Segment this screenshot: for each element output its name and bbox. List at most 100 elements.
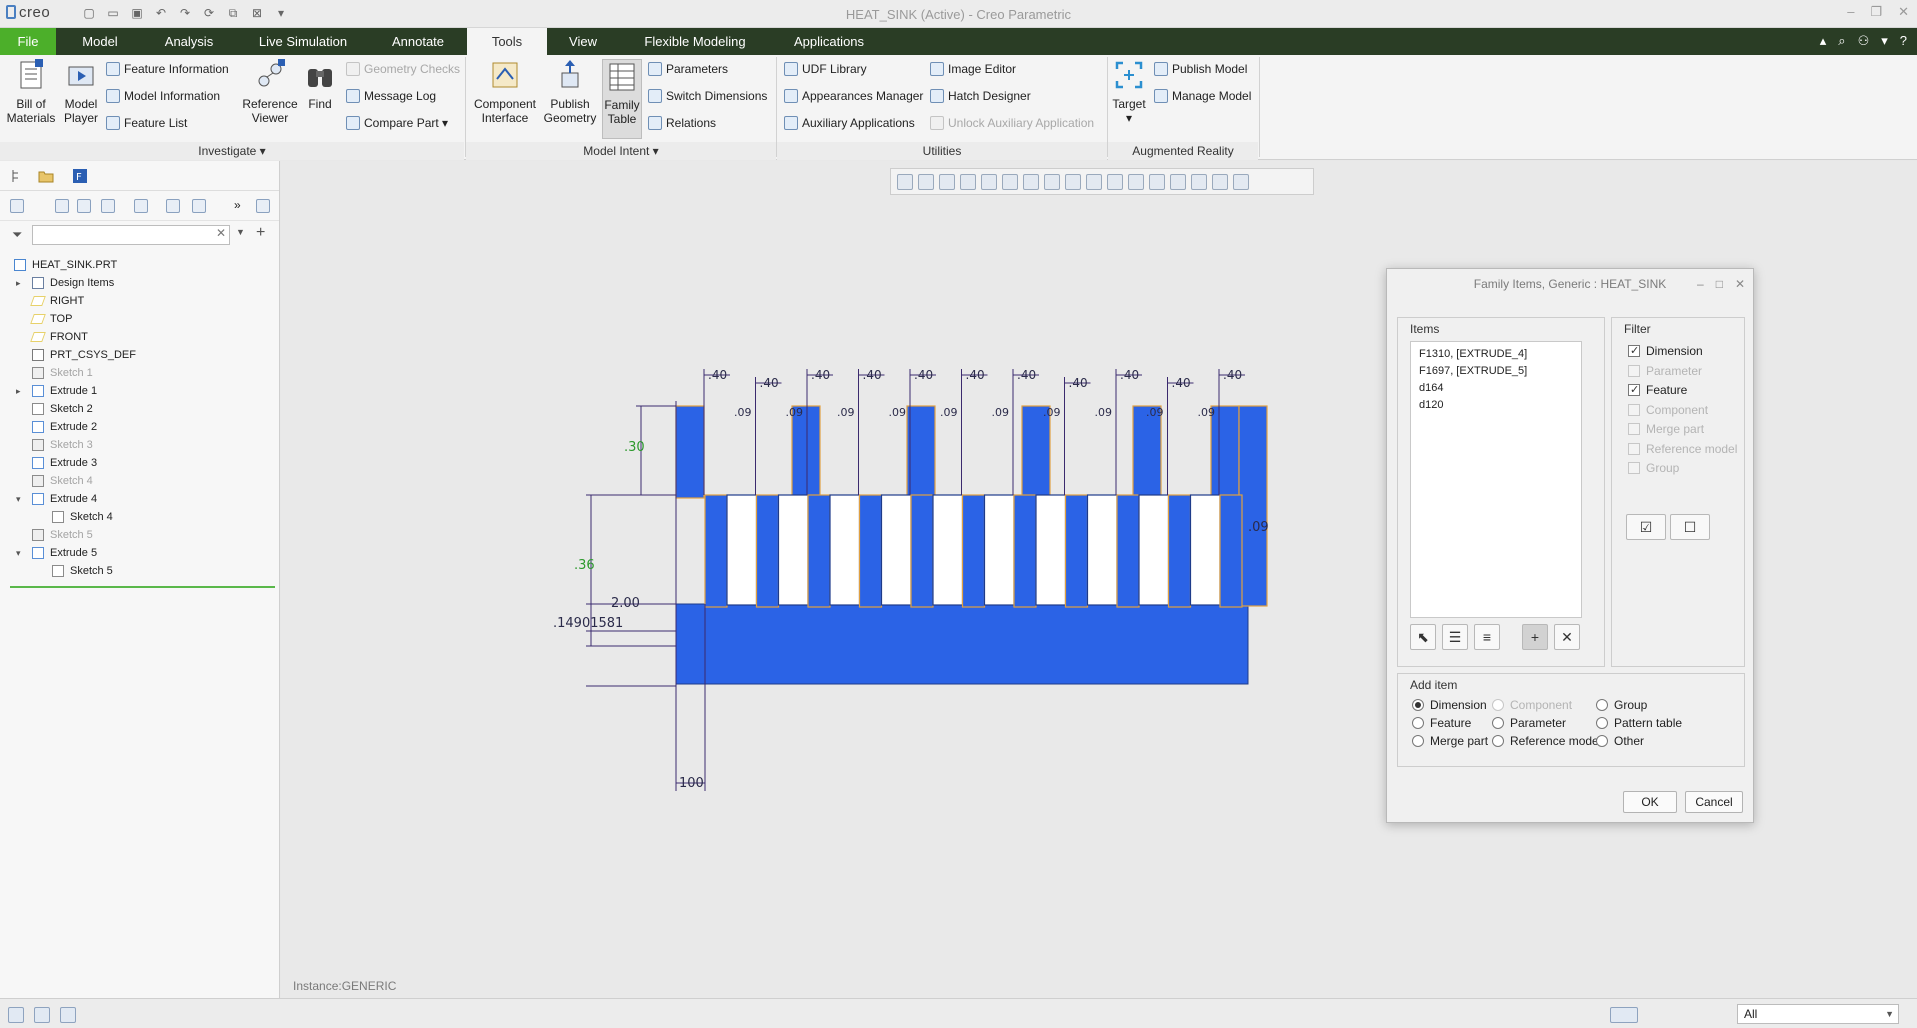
lower-fin[interactable] <box>1167 494 1192 608</box>
tree-search-input[interactable] <box>32 225 230 245</box>
compare-part-button[interactable]: Compare Part ▾ <box>346 113 448 133</box>
tree-page-icon[interactable] <box>256 199 270 213</box>
total-height-dim[interactable]: .36 <box>574 558 595 573</box>
fin-width-dim[interactable]: .40 <box>914 368 933 382</box>
base-value-dim[interactable]: .14901581 <box>553 616 623 631</box>
feature-list-button[interactable]: Feature List <box>106 113 187 133</box>
filter-dimension-checkbox[interactable]: Dimension <box>1628 342 1703 360</box>
tree-item[interactable]: Sketch 4 <box>0 472 279 490</box>
family-item[interactable]: F1310, [EXTRUDE_4] <box>1419 346 1573 363</box>
add-dimension-radio[interactable]: Dimension <box>1412 696 1487 714</box>
lower-fin[interactable] <box>1219 494 1243 608</box>
layers-icon[interactable] <box>10 199 24 213</box>
fin-gap-dim[interactable]: .09 <box>734 406 752 419</box>
fin-gap-dim[interactable]: .09 <box>1095 406 1113 419</box>
tall-fin[interactable] <box>1210 405 1240 499</box>
manage-model-button[interactable]: Manage Model <box>1154 86 1251 106</box>
auxiliary-applications-button[interactable]: Auxiliary Applications <box>784 113 915 133</box>
bill-of-materials-button[interactable]: Bill of Materials <box>4 59 58 125</box>
fin-gap-dim[interactable]: .09 <box>786 406 804 419</box>
find-button[interactable]: Find <box>302 59 338 111</box>
lower-fin[interactable] <box>961 494 986 608</box>
maximize-icon[interactable]: □ <box>1716 269 1723 299</box>
tree-item[interactable]: Sketch 5 <box>0 526 279 544</box>
component-interface-button[interactable]: Component Interface <box>470 59 540 125</box>
unlock-auxiliary-application-button[interactable]: Unlock Auxiliary Application <box>930 113 1094 133</box>
expand-icon[interactable]: ▸ <box>16 382 26 400</box>
base-dim[interactable]: 2.00 <box>611 596 640 611</box>
tall-fin[interactable] <box>675 405 705 499</box>
tree-view-icon[interactable] <box>192 199 206 213</box>
reference-viewer-button[interactable]: Reference Viewer <box>240 59 300 125</box>
lower-fin[interactable] <box>1116 494 1140 608</box>
more-chevron-icon[interactable]: » <box>234 199 248 213</box>
publish-geometry-button[interactable]: Publish Geometry <box>542 59 598 125</box>
appearances-manager-button[interactable]: Appearances Manager <box>784 86 923 106</box>
fin-width-dim[interactable]: .40 <box>1172 376 1191 390</box>
selection-find-icon[interactable] <box>1610 1007 1638 1023</box>
expand-icon[interactable]: ▸ <box>16 274 26 292</box>
ok-button[interactable]: OK <box>1623 791 1677 813</box>
lower-fin[interactable] <box>1013 494 1037 608</box>
add-group-radio[interactable]: Group <box>1596 696 1647 714</box>
chevron-down-icon[interactable]: ▼ <box>236 227 245 237</box>
tree-item[interactable]: RIGHT <box>0 292 279 310</box>
tab-tools[interactable]: Tools <box>467 28 547 55</box>
add-parameter-radio[interactable]: Parameter <box>1492 714 1566 732</box>
fin-gap-dim[interactable]: .09 <box>889 406 907 419</box>
hatch-designer-button[interactable]: Hatch Designer <box>930 86 1031 106</box>
tall-fin[interactable] <box>1132 405 1162 499</box>
selection-filter-select[interactable]: All ▼ <box>1737 1004 1899 1024</box>
full-screen-icon[interactable] <box>60 1007 76 1023</box>
tree-item[interactable]: ▸ Design Items <box>0 274 279 292</box>
add-feature-radio[interactable]: Feature <box>1412 714 1471 732</box>
clear-search-icon[interactable]: ✕ <box>216 226 226 240</box>
tree-item[interactable]: ▸ Extrude 1 <box>0 382 279 400</box>
tab-annotate[interactable]: Annotate <box>372 28 464 55</box>
show-all-button[interactable]: ☰ <box>1442 624 1468 650</box>
model-player-button[interactable]: Model Player <box>58 59 104 125</box>
add-filter-icon[interactable]: + <box>256 224 265 242</box>
model-information-button[interactable]: Model Information <box>106 86 220 106</box>
tree-item[interactable]: Sketch 3 <box>0 436 279 454</box>
model-tree-tab-icon[interactable] <box>10 168 26 184</box>
tab-flexible-modeling[interactable]: Flexible Modeling <box>619 28 771 55</box>
cancel-button[interactable]: Cancel <box>1685 791 1743 813</box>
tree-item[interactable]: PRT_CSYS_DEF <box>0 346 279 364</box>
tree-filter-icon[interactable] <box>101 199 115 213</box>
folder-browser-tab-icon[interactable] <box>38 168 54 184</box>
fin-gap-dim[interactable]: .09 <box>1146 406 1164 419</box>
fin-width-dim[interactable]: .40 <box>760 376 779 390</box>
tree-item[interactable]: Sketch 2 <box>0 400 279 418</box>
command-search-icon[interactable]: ⚇ <box>1858 33 1870 49</box>
tree-item[interactable]: Sketch 1 <box>0 364 279 382</box>
insert-indicator[interactable] <box>10 586 275 588</box>
minimize-ribbon-icon[interactable]: ▴ <box>1820 33 1827 49</box>
fin-width-dim[interactable]: .40 <box>863 368 882 382</box>
fin-gap-dim[interactable]: .09 <box>992 406 1010 419</box>
tall-fin[interactable] <box>906 405 936 499</box>
fin-height-dim[interactable]: .30 <box>624 440 645 455</box>
lower-fin[interactable] <box>704 494 728 608</box>
close-icon[interactable]: ✕ <box>1898 4 1909 20</box>
geometry-checks-button[interactable]: Geometry Checks <box>346 59 460 79</box>
show-some-button[interactable]: ≡ <box>1474 624 1500 650</box>
help-icon[interactable]: ? <box>1900 33 1907 49</box>
add-merge-part-radio[interactable]: Merge part <box>1412 732 1488 750</box>
tree-item[interactable]: Sketch 5 <box>0 562 279 580</box>
clear-all-filters-button[interactable]: ☐ <box>1670 514 1710 540</box>
fin-width-dim[interactable]: .40 <box>1223 368 1242 382</box>
udf-library-button[interactable]: UDF Library <box>784 59 867 79</box>
tall-fin[interactable] <box>791 405 821 499</box>
select-arrow-button[interactable]: ⬉ <box>1410 624 1436 650</box>
fin-gap-dim[interactable]: .09 <box>1198 406 1216 419</box>
settings-icon[interactable]: ▾ <box>1881 33 1888 49</box>
tab-applications[interactable]: Applications <box>771 28 887 55</box>
tall-fin[interactable] <box>1021 405 1051 499</box>
tree-settings-icon[interactable] <box>134 199 148 213</box>
length-dim[interactable]: 100 <box>679 776 704 791</box>
image-editor-button[interactable]: Image Editor <box>930 59 1016 79</box>
remove-item-button[interactable]: ✕ <box>1554 624 1580 650</box>
tree-item[interactable]: Extrude 3 <box>0 454 279 472</box>
tree-expand-icon[interactable] <box>166 199 180 213</box>
